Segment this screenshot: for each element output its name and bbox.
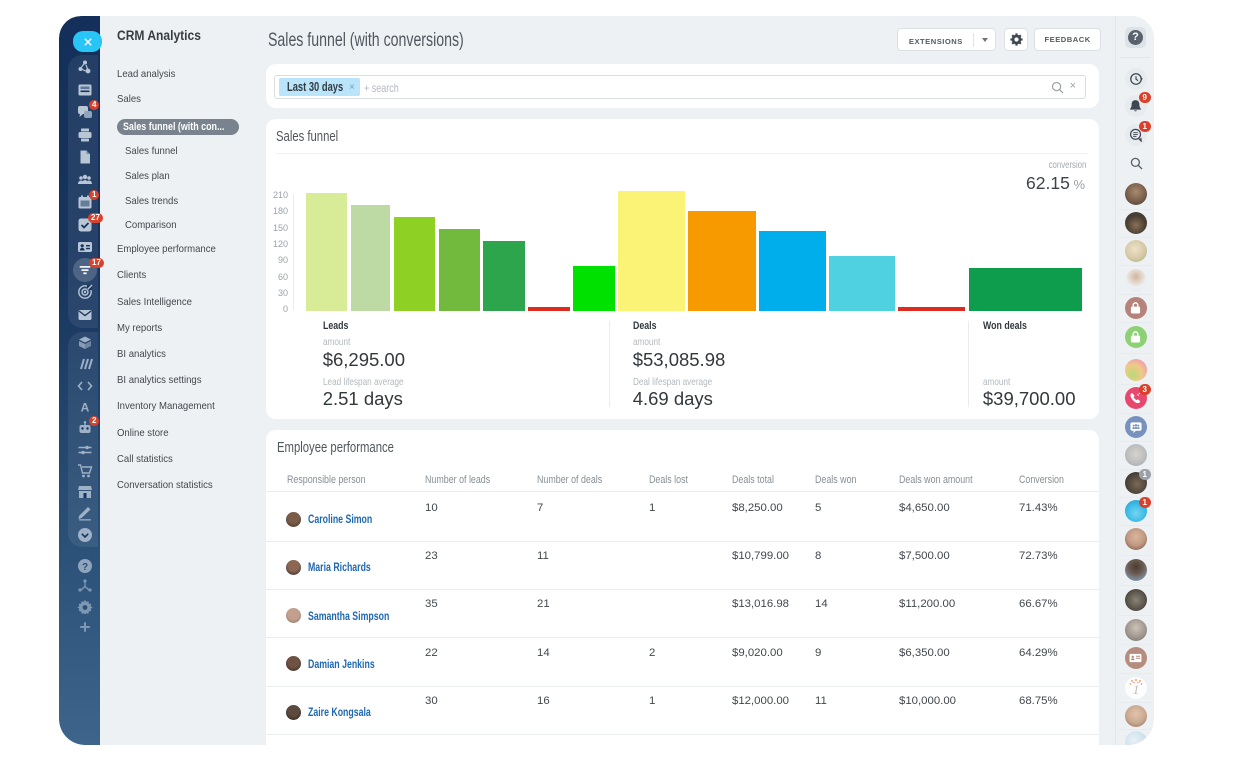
- svg-text:A: A: [81, 400, 90, 414]
- svg-text:1: 1: [1132, 682, 1139, 697]
- svg-text:?: ?: [82, 562, 88, 573]
